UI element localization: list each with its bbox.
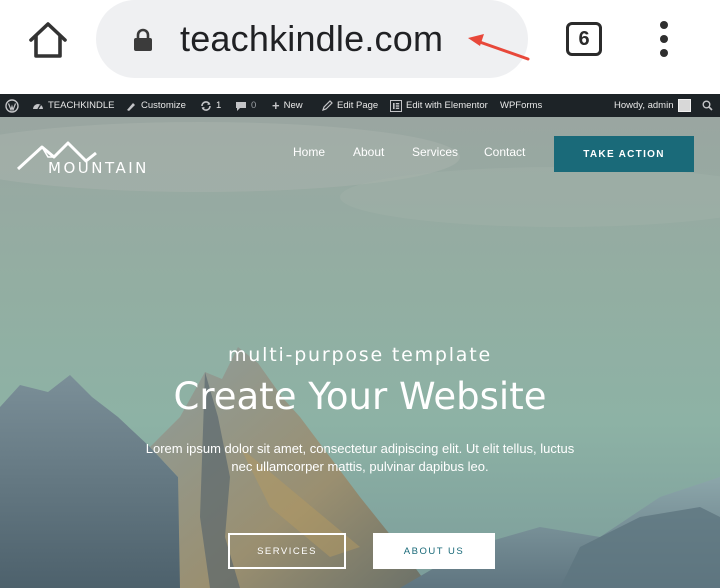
avatar — [677, 99, 691, 112]
new-content-link[interactable]: + New — [272, 94, 303, 117]
new-label: New — [283, 100, 303, 111]
nav-home[interactable]: Home — [293, 145, 325, 159]
search-icon — [702, 100, 713, 111]
customize-link[interactable]: Customize — [125, 94, 186, 117]
lock-icon — [134, 28, 152, 51]
hero-body-text: Lorem ipsum dolor sit amet, consectetur … — [92, 440, 628, 476]
hero-subtitle: multi-purpose template — [227, 344, 492, 366]
edit-page-label: Edit Page — [337, 100, 379, 111]
site-name-link[interactable]: TEACHKINDLE — [32, 94, 115, 117]
take-action-button[interactable]: TAKE ACTION — [554, 136, 694, 172]
site-name-label: TEACHKINDLE — [48, 100, 115, 111]
elementor-link[interactable]: Edit with Elementor — [390, 94, 488, 117]
services-button[interactable]: SERVICES — [228, 533, 346, 569]
admin-search-button[interactable] — [702, 94, 713, 117]
hero-headline: Create Your Website — [173, 375, 547, 418]
account-menu[interactable]: Howdy, admin — [614, 94, 691, 117]
comment-icon — [236, 101, 246, 111]
logo-text: MOUNTAIN — [48, 159, 149, 177]
comments-link[interactable]: 0 — [235, 94, 256, 117]
url-text[interactable]: teachkindle.com — [180, 19, 443, 59]
updates-count: 1 — [216, 100, 222, 111]
home-icon — [29, 22, 67, 58]
about-us-button[interactable]: ABOUT US — [373, 533, 495, 569]
browser-toolbar: teachkindle.com 6 — [0, 0, 720, 94]
comments-count: 0 — [251, 100, 257, 111]
wpforms-label: WPForms — [500, 100, 543, 111]
brush-icon — [127, 102, 135, 111]
home-button[interactable] — [26, 19, 70, 61]
more-vert-icon[interactable] — [652, 19, 676, 59]
tab-count: 6 — [578, 28, 590, 50]
site-logo[interactable]: MOUNTAIN — [16, 137, 156, 177]
pencil-icon — [322, 100, 333, 111]
wp-admin-bar: TEACHKINDLE Customize 1 0 + New Edit Pag… — [0, 94, 720, 117]
updates-link[interactable]: 1 — [200, 94, 221, 117]
nav-services[interactable]: Services — [412, 145, 458, 159]
customize-label: Customize — [141, 100, 186, 111]
wordpress-icon — [5, 98, 19, 113]
nav-contact[interactable]: Contact — [484, 145, 525, 159]
hero-body-line: Lorem ipsum dolor sit amet, consectetur … — [145, 441, 575, 456]
updates-icon — [201, 100, 211, 111]
dashboard-icon — [33, 103, 43, 109]
edit-page-link[interactable]: Edit Page — [322, 94, 378, 117]
nav-about[interactable]: About — [353, 145, 384, 159]
tabs-switcher-button[interactable]: 6 — [566, 22, 602, 56]
elementor-label: Edit with Elementor — [406, 100, 488, 111]
plus-icon: + — [272, 98, 280, 113]
red-arrow-annotation — [468, 34, 530, 61]
hero-body-line: nec ullamcorper mattis, pulvinar dapibus… — [231, 459, 489, 474]
greeting-label: Howdy, admin — [614, 100, 674, 111]
hero-section: MOUNTAIN Home About Services Contact TAK… — [0, 117, 720, 588]
wordpress-logo-button[interactable] — [5, 94, 19, 117]
wpforms-link[interactable]: WPForms — [500, 94, 542, 117]
elementor-icon — [390, 99, 402, 112]
